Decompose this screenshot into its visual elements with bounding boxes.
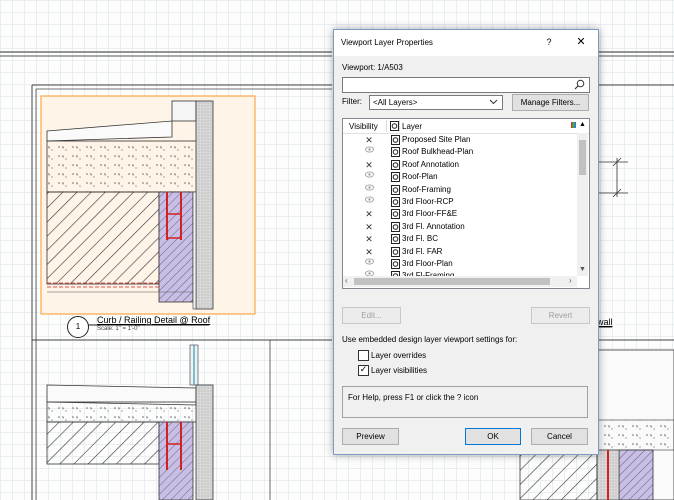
help-button[interactable]: ? — [542, 35, 556, 49]
scroll-up-icon[interactable]: ▲ — [579, 121, 586, 128]
help-text-box: For Help, press F1 or click the ? icon — [342, 386, 588, 418]
layer-visibilities-label[interactable]: Layer visibilities — [371, 366, 427, 375]
layer-list[interactable]: Visibility Layer ▲ ✕ Proposed Site Plan Ro… — [342, 118, 590, 289]
layer-row[interactable]: ✕ Proposed Site Plan — [343, 134, 577, 146]
layer-icon — [391, 246, 400, 257]
layer-name: 3rd Fl. FAR — [402, 246, 443, 256]
x-mark-icon[interactable]: ✕ — [363, 159, 375, 171]
eye-icon[interactable] — [363, 184, 375, 196]
revert-button[interactable]: Revert — [531, 307, 590, 324]
layer-name: Roof-Plan — [402, 172, 438, 182]
scroll-left-icon[interactable]: ‹ — [345, 276, 348, 285]
embedded-settings-label: Use embedded design layer viewport setti… — [342, 335, 518, 344]
filter-value: <All Layers> — [373, 98, 418, 107]
x-mark-icon[interactable]: ✕ — [363, 134, 375, 146]
layer-icon — [391, 234, 400, 245]
filter-dropdown[interactable]: <All Layers> — [369, 95, 503, 110]
edit-button[interactable]: Edit... — [342, 307, 401, 324]
column-header-layer[interactable]: Layer — [402, 122, 422, 131]
layer-name: 3rd Floor-FF&E — [402, 209, 458, 219]
cancel-button[interactable]: Cancel — [531, 428, 588, 445]
layer-name: 3rd Fl. BC — [402, 234, 439, 244]
search-icon[interactable] — [574, 79, 585, 92]
vertical-scroll-thumb[interactable] — [579, 140, 586, 175]
eye-icon[interactable] — [363, 258, 375, 270]
eye-icon[interactable] — [363, 146, 375, 158]
column-separator — [386, 120, 387, 132]
layer-row[interactable]: Roof-Plan — [343, 171, 577, 183]
detail-callout-number: 1 — [67, 316, 89, 338]
eye-icon[interactable] — [363, 171, 375, 183]
filter-label: Filter: — [342, 97, 362, 106]
layer-overrides-checkbox[interactable] — [358, 350, 369, 361]
eye-icon[interactable] — [363, 196, 375, 208]
layer-icon — [391, 159, 400, 170]
layer-name: 3rd Floor-RCP — [402, 196, 454, 206]
layer-icon — [391, 172, 400, 183]
layer-icon — [390, 121, 399, 133]
layer-row[interactable]: Roof Bulkhead-Plan — [343, 146, 577, 158]
layer-row[interactable]: ✕ 3rd Fl. Annotation — [343, 221, 577, 233]
close-button[interactable]: ✕ — [573, 34, 589, 50]
vertical-scrollbar[interactable]: ▼ — [577, 133, 588, 276]
layer-row[interactable]: 3rd Floor-RCP — [343, 196, 577, 208]
layer-row[interactable]: Roof-Framing — [343, 184, 577, 196]
layer-row[interactable]: ✕ 3rd Fl. FAR — [343, 246, 577, 258]
detail-callout-scale: Scale: 1" = 1'-0" — [97, 326, 140, 332]
layer-name: 3rd Floor-Plan — [402, 258, 453, 268]
layer-name: 3rd Fl. Annotation — [402, 221, 465, 231]
layer-name: Roof Annotation — [402, 159, 459, 169]
horizontal-scroll-thumb[interactable] — [354, 278, 550, 285]
layer-icon — [391, 209, 400, 220]
layer-icon — [391, 184, 400, 195]
x-mark-icon[interactable]: ✕ — [363, 221, 375, 233]
help-text: For Help, press F1 or click the ? icon — [348, 393, 479, 402]
preview-button[interactable]: Preview — [342, 428, 399, 445]
dialog-title: Viewport Layer Properties — [341, 38, 433, 47]
layer-icon — [391, 147, 400, 158]
x-mark-icon[interactable]: ✕ — [363, 246, 375, 258]
ok-button[interactable]: OK — [465, 428, 521, 445]
layer-rows: ✕ Proposed Site Plan Roof Bulkhead-Plan ✕ Ro… — [343, 134, 577, 283]
viewport-layer-properties-dialog: Viewport Layer Properties ? ✕ Viewport: … — [333, 29, 599, 455]
layer-name: Roof-Framing — [402, 184, 451, 194]
x-mark-icon[interactable]: ✕ — [363, 208, 375, 220]
detail-callout-title: Curb / Railing Detail @ Roof — [97, 315, 211, 325]
layer-icon — [391, 221, 400, 232]
layer-row[interactable]: ✕ 3rd Floor-FF&E — [343, 208, 577, 220]
scroll-right-icon[interactable]: › — [569, 276, 572, 285]
layer-icon — [391, 135, 400, 145]
column-separator — [399, 120, 400, 132]
layer-row[interactable]: ✕ 3rd Fl. BC — [343, 233, 577, 245]
layer-list-header: Visibility Layer ▲ — [343, 119, 589, 134]
layer-visibilities-checkbox[interactable]: ✓ — [358, 364, 369, 376]
layer-name: Proposed Site Plan — [402, 135, 471, 144]
dialog-title-bar[interactable]: Viewport Layer Properties ? ✕ — [334, 30, 598, 56]
layer-icon — [391, 258, 400, 269]
manage-filters-button[interactable]: Manage Filters... — [512, 94, 589, 111]
layer-overrides-label[interactable]: Layer overrides — [371, 351, 426, 360]
horizontal-scrollbar[interactable]: ‹ › — [343, 276, 577, 287]
layer-icon — [391, 196, 400, 207]
layer-search-input[interactable] — [342, 77, 590, 93]
color-column-icon — [571, 122, 576, 128]
checkmark-icon: ✓ — [359, 364, 368, 374]
column-header-visibility[interactable]: Visibility — [349, 122, 378, 131]
right-detail-callout-title: wall — [597, 317, 613, 327]
viewport-label: Viewport: 1/A503 — [342, 63, 403, 72]
layer-row[interactable]: 3rd Floor-Plan — [343, 258, 577, 270]
layer-name: Roof Bulkhead-Plan — [402, 147, 474, 157]
layer-row[interactable]: ✕ Roof Annotation — [343, 159, 577, 171]
chevron-down-icon — [489, 97, 498, 108]
scroll-down-icon[interactable]: ▼ — [579, 266, 586, 273]
x-mark-icon[interactable]: ✕ — [363, 233, 375, 245]
